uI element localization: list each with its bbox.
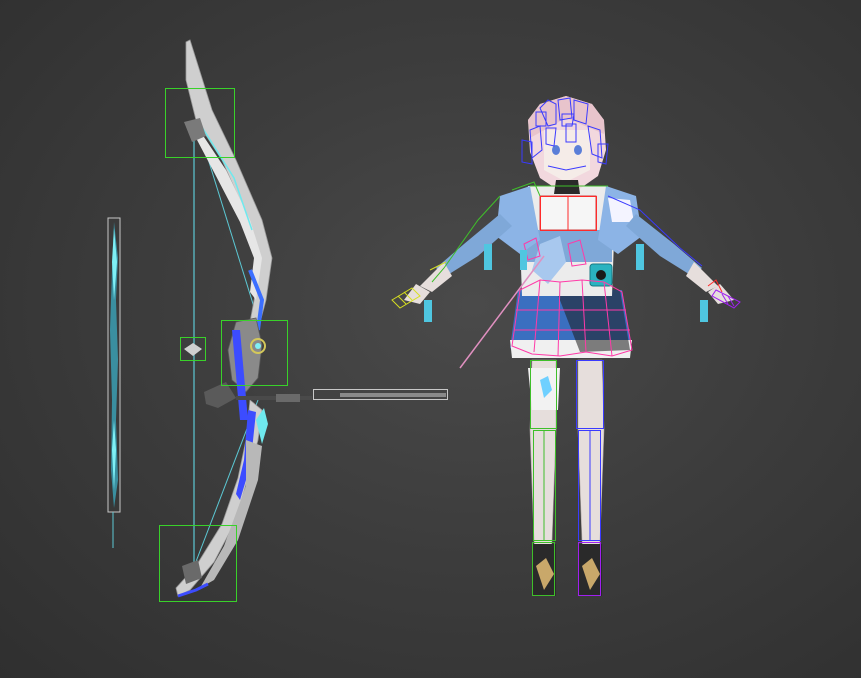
bow-string-nock [184,343,202,356]
character-left-eye [552,145,560,155]
arrow-projectile-model[interactable] [236,389,448,403]
character-right-eye [574,145,582,155]
character-model[interactable] [391,96,741,596]
arrow-quiver-model[interactable] [107,217,121,548]
viewport-canvas[interactable] [0,0,861,678]
arrow-projectile-fletch [276,394,300,402]
character-choker [554,180,580,194]
arrow-projectile-shaft [236,396,312,400]
bow-gem-core [255,343,261,349]
arrow-projectile-head [340,393,446,397]
bow-model[interactable] [159,39,288,602]
3d-viewport[interactable] [0,0,861,678]
character-camera-lens [596,270,606,280]
character-left-upper-arm [436,214,512,276]
bow-grip [227,317,263,393]
